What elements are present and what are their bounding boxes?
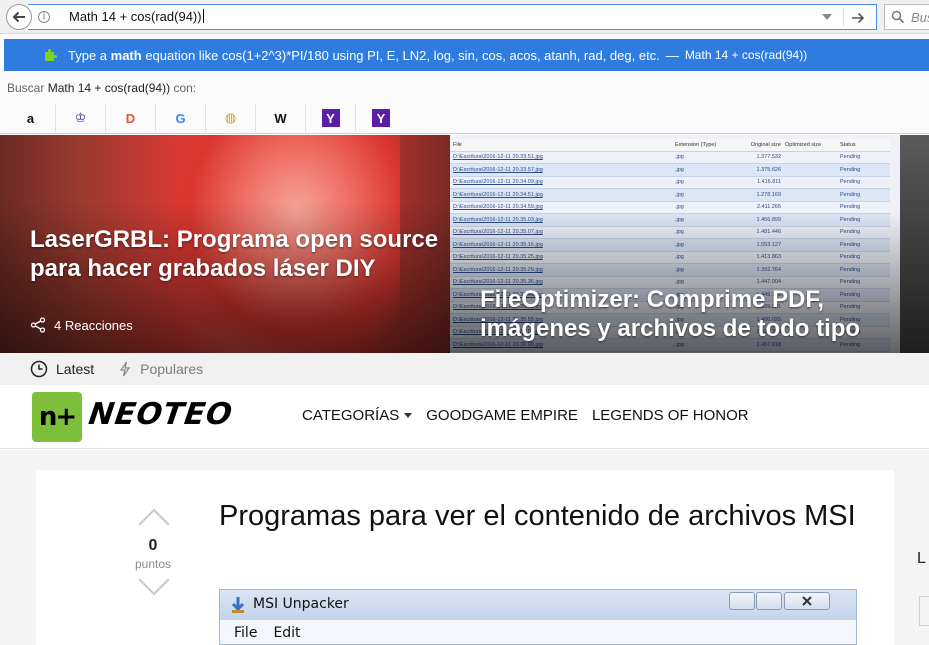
nav-goodgame-empire[interactable]: GOODGAME EMPIRE [426,407,578,424]
search-engine-button[interactable]: W [256,104,306,132]
share-icon [30,317,46,333]
vote-count: 0 [148,537,158,554]
math-suggestion[interactable]: Type a math equation like cos(1+2^3)*PI/… [4,39,929,71]
featured-title-lasergrbl[interactable]: LaserGRBL: Programa open source para hac… [30,225,440,283]
window-close-icon [784,592,830,610]
feed-tabs: Latest Populares [0,353,929,385]
site-header: n+ NEOTEO CATEGORÍAS GOODGAME EMPIRE LEG… [0,385,929,449]
upvote-icon[interactable] [138,508,170,526]
search-engine-button[interactable]: G [156,104,206,132]
featured-next-slide[interactable] [900,135,929,353]
window-maximize-icon [756,592,782,610]
bing-icon: ◍ [224,110,237,125]
search-engine-button[interactable]: Y [356,104,406,132]
screenshot-menubar: File Edit [220,620,856,644]
article-title[interactable]: Programas para ver el contenido de archi… [219,500,859,533]
search-engine-button[interactable]: a [6,104,56,132]
search-with-label: Buscar Math 14 + cos(rad(94)) con: [7,81,197,95]
search-icon [891,10,905,24]
url-dropdown: Type a math equation like cos(1+2^3)*PI/… [0,34,929,134]
window-minimize-icon [729,592,755,610]
featured-title-fileoptimizer[interactable]: FileOptimizer: Comprime PDF, imágenes y … [480,285,900,343]
screenshot-titlebar: MSI Unpacker [220,590,856,620]
featured-article-lasergrbl[interactable]: LaserGRBL: Programa open source para hac… [0,135,450,353]
url-bar[interactable]: i Math 14 + cos(rad(94)) [28,4,877,30]
chevron-down-icon [404,413,413,418]
suggestion-query: Math 14 + cos(rad(94)) [684,48,808,62]
url-history-dropdown-icon[interactable] [822,14,832,20]
url-separator [843,8,844,26]
puzzle-piece-icon [45,49,57,61]
site-info-icon[interactable]: i [38,11,50,23]
msi-unpacker-app-icon [231,597,245,613]
downvote-icon[interactable] [138,578,170,596]
google-icon: G [175,110,186,126]
featured-article-fileoptimizer[interactable]: FileExtension (Type)Original sizeOptimiz… [450,135,900,353]
site-logo-text[interactable]: NEOTEO [87,397,235,432]
back-button[interactable] [6,4,32,30]
tab-popular[interactable]: Populares [118,361,203,377]
search-engine-button[interactable]: ♔ [56,104,106,132]
screenshot-window-title: MSI Unpacker [253,596,349,612]
screenshot-menu-edit: Edit [273,625,301,641]
site-logo-mark[interactable]: n+ [32,392,82,442]
nav-legends-of-honor[interactable]: LEGENDS OF HONOR [592,407,749,424]
main-nav: CATEGORÍAS GOODGAME EMPIRE LEGENDS OF HO… [302,407,763,424]
vote-label: puntos [134,557,172,571]
suggestion-text: Type a math equation like cos(1+2^3)*PI/… [68,47,660,63]
go-arrow-icon[interactable] [848,8,868,28]
lightning-icon [120,361,131,377]
browser-toolbar: i Math 14 + cos(rad(94)) Buscar [0,0,929,34]
wikipedia-icon: W [274,110,287,126]
rae-crest-icon: ♔ [74,110,87,125]
search-engine-button[interactable]: D [106,104,156,132]
featured-carousel: LaserGRBL: Programa open source para hac… [0,135,929,353]
clock-icon [30,360,48,378]
sidebar-box-fragment [919,596,929,626]
search-engine-bar: a ♔ D G ◍ W Y Y [0,102,929,134]
suggestion-dash: — [665,47,679,63]
url-input[interactable]: Math 14 + cos(rad(94)) [69,9,204,24]
yahoo-es-icon: Y [372,109,390,127]
back-arrow-icon [12,11,25,23]
search-engine-button[interactable]: ◍ [206,104,256,132]
search-engine-button[interactable]: Y [306,104,356,132]
yahoo-icon: Y [321,109,340,127]
sidebar-heading-fragment: L [917,550,926,567]
reactions-link[interactable]: 4 Reacciones [30,317,133,333]
tab-latest[interactable]: Latest [30,360,94,378]
article-screenshot: MSI Unpacker File Edit [219,589,857,645]
screenshot-menu-file: File [234,625,258,641]
duckduckgo-icon: D [125,110,136,126]
nav-categories[interactable]: CATEGORÍAS [302,407,413,424]
search-placeholder: Buscar [911,10,929,25]
search-bar[interactable]: Buscar [884,4,929,30]
amazon-icon: a [26,110,35,126]
